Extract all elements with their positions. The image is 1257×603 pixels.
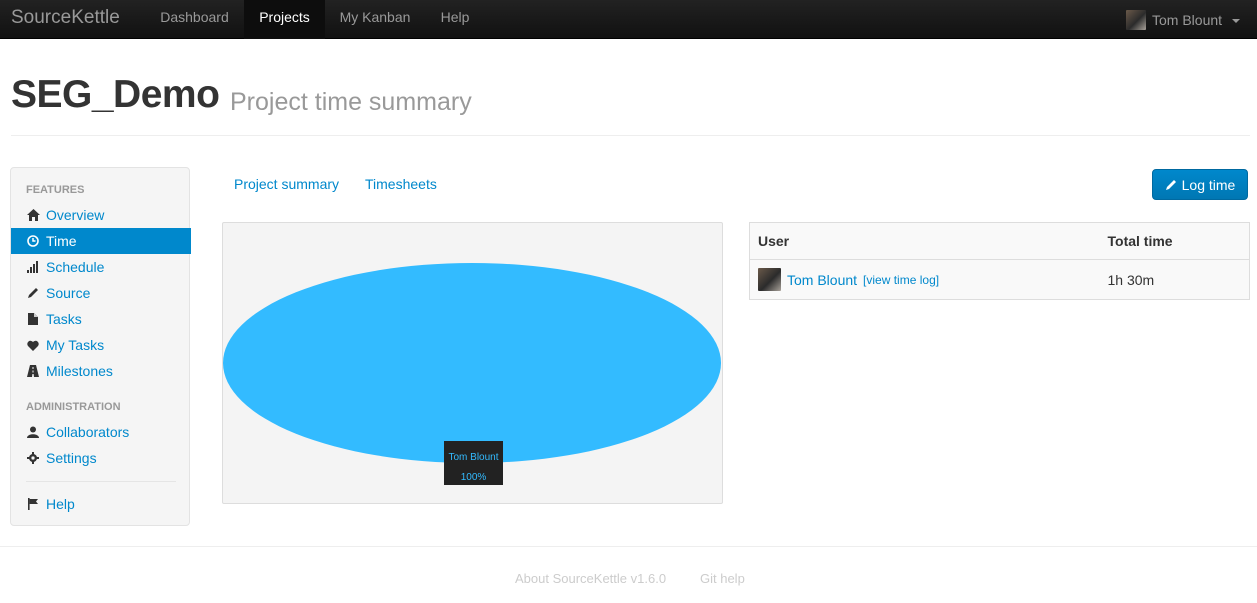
home-icon bbox=[26, 208, 40, 222]
pie-slice-tom-blount[interactable] bbox=[223, 263, 721, 463]
user-avatar bbox=[1126, 9, 1146, 30]
clock-icon bbox=[26, 234, 40, 248]
sidebar-item-source[interactable]: Source bbox=[11, 280, 191, 306]
footer-git-help-link[interactable]: Git help bbox=[700, 571, 745, 586]
sidebar-item-label: Tasks bbox=[46, 311, 82, 327]
sidebar-divider bbox=[26, 481, 176, 482]
nav-my-kanban[interactable]: My Kanban bbox=[325, 0, 425, 39]
footer-divider bbox=[0, 546, 1257, 547]
time-pie-chart: Tom Blount 100% bbox=[222, 222, 723, 504]
pie-tooltip-name: Tom Blount bbox=[448, 452, 499, 463]
heart-icon bbox=[26, 338, 40, 352]
pencil-icon bbox=[26, 286, 40, 300]
sidebar-item-my-tasks[interactable]: My Tasks bbox=[11, 332, 191, 358]
sidebar-item-label: Collaborators bbox=[46, 424, 130, 440]
column-header-user: User bbox=[749, 222, 1100, 260]
sidebar-section-features: FEATURES bbox=[26, 184, 85, 196]
sidebar-item-time[interactable]: Time bbox=[11, 228, 191, 254]
sidebar-nav: FEATURES Overview Time Schedule Source T… bbox=[10, 167, 191, 526]
brand-logo[interactable]: SourceKettle bbox=[11, 7, 120, 29]
sidebar-item-label: Source bbox=[46, 285, 91, 301]
sidebar-item-collaborators[interactable]: Collaborators bbox=[11, 419, 191, 445]
user-avatar bbox=[758, 268, 781, 291]
user-link[interactable]: Tom Blount bbox=[787, 272, 857, 288]
tab-timesheets[interactable]: Timesheets bbox=[365, 176, 437, 192]
pencil-icon bbox=[1165, 179, 1176, 190]
sidebar-item-tasks[interactable]: Tasks bbox=[11, 306, 191, 332]
sidebar-item-milestones[interactable]: Milestones bbox=[11, 358, 191, 384]
nav-dashboard[interactable]: Dashboard bbox=[145, 0, 244, 39]
cell-user: Tom Blount [view time log] bbox=[749, 259, 1100, 300]
log-time-label: Log time bbox=[1181, 176, 1236, 193]
sidebar-item-label: Milestones bbox=[46, 363, 113, 379]
user-name: Tom Blount bbox=[1152, 11, 1223, 28]
sidebar-item-schedule[interactable]: Schedule bbox=[11, 254, 191, 280]
cell-total-time: 1h 30m bbox=[1099, 259, 1250, 300]
nav-help[interactable]: Help bbox=[425, 0, 485, 39]
view-time-log-link[interactable]: [view time log] bbox=[863, 273, 939, 287]
pie-tooltip-percent: 100% bbox=[460, 472, 487, 483]
user-icon bbox=[26, 425, 40, 439]
log-time-button[interactable]: Log time bbox=[1152, 169, 1248, 200]
sidebar-item-label: Schedule bbox=[46, 259, 105, 275]
pie-tooltip: Tom Blount 100% bbox=[444, 441, 503, 485]
tab-project-summary[interactable]: Project summary bbox=[234, 176, 339, 192]
sidebar-item-label: Settings bbox=[46, 450, 97, 466]
nav-projects[interactable]: Projects bbox=[244, 0, 325, 39]
sidebar-item-label: Overview bbox=[46, 207, 105, 223]
table-header-row: User Total time bbox=[749, 222, 1250, 260]
column-header-total-time: Total time bbox=[1099, 222, 1250, 260]
sidebar-item-overview[interactable]: Overview bbox=[11, 202, 191, 228]
cog-icon bbox=[26, 451, 40, 465]
sidebar-item-label: Time bbox=[46, 233, 77, 249]
sidebar-item-settings[interactable]: Settings bbox=[11, 445, 191, 471]
sidebar-item-label: Help bbox=[46, 496, 75, 512]
time-summary-table: User Total time Tom Blount [view time lo… bbox=[749, 222, 1250, 300]
table-row: Tom Blount [view time log] 1h 30m bbox=[749, 259, 1250, 300]
sidebar-item-help[interactable]: Help bbox=[11, 491, 191, 517]
page-subtitle: Project time summary bbox=[230, 88, 472, 116]
page-title: SEG_Demo bbox=[11, 73, 220, 116]
user-menu[interactable]: Tom Blount bbox=[1126, 0, 1241, 39]
sidebar-section-administration: ADMINISTRATION bbox=[26, 401, 121, 413]
header-divider bbox=[11, 135, 1250, 136]
road-icon bbox=[26, 364, 40, 378]
caret-down-icon bbox=[1232, 18, 1241, 23]
flag-icon bbox=[26, 497, 40, 511]
sidebar-item-label: My Tasks bbox=[46, 337, 105, 353]
top-navbar: SourceKettle Dashboard Projects My Kanba… bbox=[0, 0, 1257, 39]
file-icon bbox=[26, 312, 40, 326]
footer-about-link[interactable]: About SourceKettle v1.6.0 bbox=[515, 571, 666, 586]
signal-icon bbox=[26, 260, 40, 274]
